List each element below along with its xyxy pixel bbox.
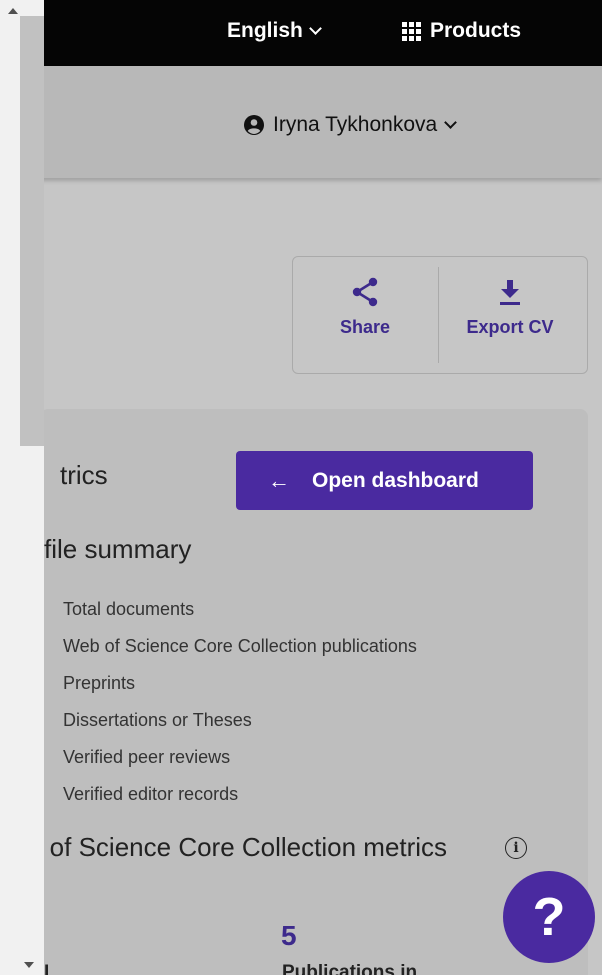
core-collection-metrics-title: o of Science Core Collection metrics xyxy=(28,832,448,862)
summary-item: Dissertations or Theses xyxy=(63,710,252,730)
export-cv-label: Export CV xyxy=(466,317,554,337)
products-label: Products xyxy=(430,19,522,42)
profile-actions-card: Share Export CV xyxy=(292,256,588,374)
grid-icon xyxy=(402,21,421,41)
language-selector[interactable]: English xyxy=(227,19,322,43)
metrics-title: trics xyxy=(60,460,108,490)
profile-summary-title: file summary xyxy=(44,534,192,564)
help-button[interactable]: ? xyxy=(503,871,595,963)
divider xyxy=(438,267,439,363)
info-icon[interactable]: i xyxy=(505,837,527,859)
user-circle-icon xyxy=(244,115,264,135)
scroll-up-icon[interactable] xyxy=(8,8,18,14)
arrow-left-icon: ← xyxy=(268,467,290,493)
share-button[interactable]: Share xyxy=(329,257,401,375)
open-dashboard-label: Open dashboard xyxy=(312,468,479,492)
user-name: Iryna Tykhonkova xyxy=(273,113,438,136)
chevron-down-icon xyxy=(444,115,458,129)
scroll-down-icon[interactable] xyxy=(24,962,34,968)
top-nav-bar: English Products xyxy=(0,0,602,66)
language-label: English xyxy=(227,19,303,42)
download-icon xyxy=(500,280,520,305)
summary-item: Verified editor records xyxy=(63,784,239,804)
products-menu-button[interactable]: Products xyxy=(402,19,521,43)
share-label: Share xyxy=(339,317,391,337)
stat-label-left: I xyxy=(44,962,50,975)
summary-item: Total documents xyxy=(63,599,195,619)
vertical-scrollbar[interactable] xyxy=(0,0,44,975)
scroll-thumb[interactable] xyxy=(20,16,44,446)
summary-item: Verified peer reviews xyxy=(63,747,231,767)
summary-item: Web of Science Core Collection publicati… xyxy=(63,636,417,656)
user-menu-button[interactable]: Iryna Tykhonkova xyxy=(244,113,458,137)
stat-value: 5 xyxy=(281,920,297,951)
export-cv-button[interactable]: Export CV xyxy=(455,257,565,375)
summary-item: Preprints xyxy=(63,673,136,693)
open-dashboard-button[interactable]: ← Open dashboard xyxy=(236,451,533,510)
chevron-down-icon xyxy=(308,21,322,35)
summary-list: Total documents Web of Science Core Coll… xyxy=(63,596,417,818)
user-bar: Iryna Tykhonkova xyxy=(0,66,602,178)
stat-label: Publications in xyxy=(282,962,418,975)
share-icon xyxy=(352,277,378,307)
